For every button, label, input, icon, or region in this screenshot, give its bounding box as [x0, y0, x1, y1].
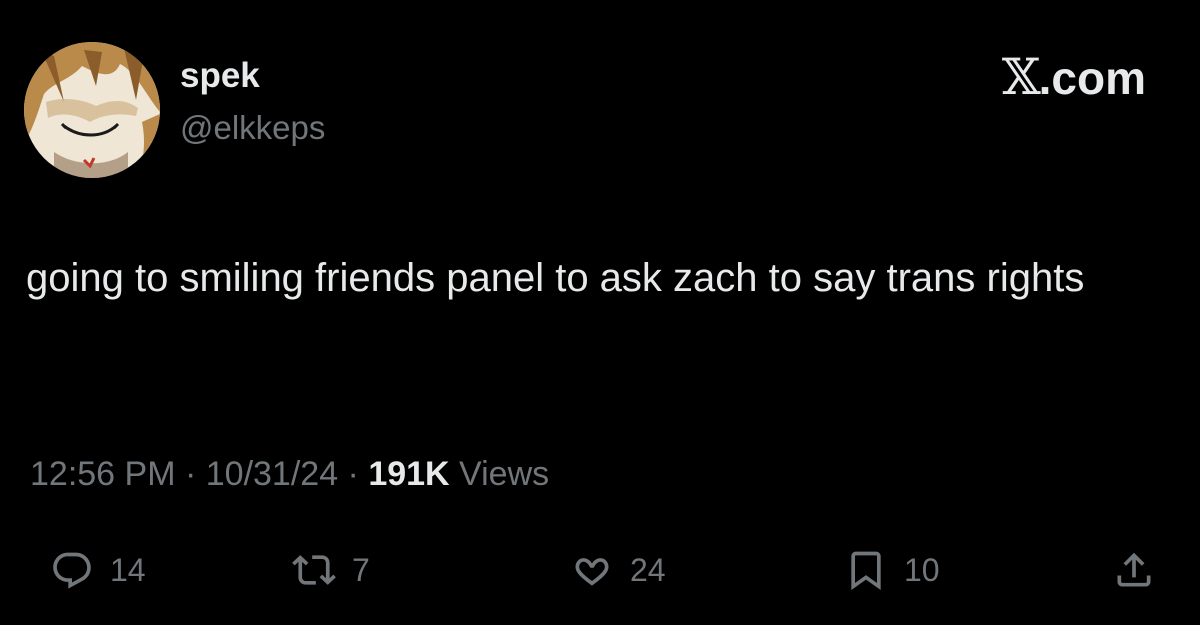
reply-button[interactable]: 14	[48, 540, 146, 600]
views-label: Views	[449, 455, 550, 493]
tweet-card: spek @elkkeps 𝕏.com going to smiling fri…	[0, 0, 1200, 625]
author-display-name[interactable]: spek	[180, 56, 260, 96]
like-button[interactable]: 24	[568, 540, 666, 600]
repost-icon	[290, 546, 338, 594]
reply-count: 14	[110, 551, 146, 588]
x-logo-icon: 𝕏	[1001, 48, 1041, 106]
heart-icon	[568, 546, 616, 594]
tweet-text: going to smiling friends panel to ask za…	[26, 256, 1085, 300]
avatar[interactable]	[24, 42, 160, 178]
share-icon	[1110, 546, 1158, 594]
tweet-time[interactable]: 12:56 PM	[30, 455, 176, 493]
repost-button[interactable]: 7	[290, 540, 370, 600]
x-com-logo: 𝕏.com	[1002, 52, 1146, 103]
repost-count: 7	[352, 551, 370, 588]
share-button[interactable]	[1110, 540, 1158, 600]
action-bar: 14 7 24 10	[0, 540, 1200, 600]
views-count: 191K	[368, 455, 450, 493]
brand-domain: .com	[1038, 52, 1146, 104]
bookmark-count: 10	[904, 551, 940, 588]
anime-face-avatar-icon	[24, 42, 160, 178]
reply-icon	[48, 546, 96, 594]
author-handle[interactable]: @elkkeps	[180, 108, 325, 148]
bookmark-icon	[842, 546, 890, 594]
meta-separator: ·	[175, 455, 206, 493]
tweet-meta: 12:56 PM · 10/31/24 · 191K Views	[30, 452, 549, 496]
like-count: 24	[630, 551, 666, 588]
bookmark-button[interactable]: 10	[842, 540, 940, 600]
meta-separator: ·	[338, 455, 369, 493]
tweet-date[interactable]: 10/31/24	[206, 455, 338, 493]
